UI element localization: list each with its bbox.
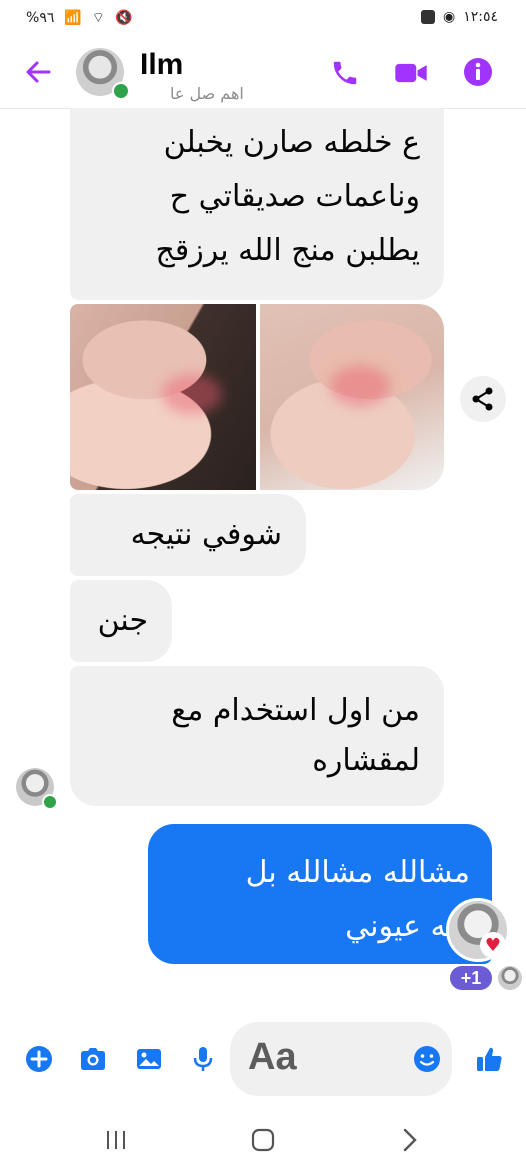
wifi-icon: ⌔ (91, 10, 105, 26)
message-text: شوفي نتيجه (130, 517, 282, 552)
plus-icon[interactable] (24, 1044, 54, 1074)
signal-icon: 📶 (64, 10, 82, 26)
outgoing-message[interactable]: مشالله مشالله بل فيه عيوني (148, 824, 492, 964)
thumbs-up-icon[interactable] (474, 1044, 504, 1074)
camera-icon[interactable] (78, 1044, 108, 1074)
message-text: جنن (97, 603, 148, 638)
incoming-message[interactable]: جنن (70, 580, 172, 662)
heart-reaction-icon[interactable]: ♥ (480, 932, 506, 958)
phone-call-icon[interactable] (330, 58, 360, 88)
header-subtitle: اهم صل عا (170, 84, 244, 103)
home-icon[interactable] (250, 1127, 276, 1153)
recent-apps-icon[interactable] (104, 1128, 128, 1152)
message-line: لمقشاره (312, 743, 420, 778)
gallery-notification-icon (420, 10, 435, 24)
chat-header: Ilm اهم صل عا (0, 36, 526, 109)
online-indicator (42, 794, 58, 810)
microphone-icon[interactable] (188, 1044, 218, 1074)
message-line: يطلبن منج الله يرزقج (155, 233, 420, 268)
clock: ١٢:٥٤ (463, 9, 498, 25)
message-line: فيه عيوني (345, 909, 470, 944)
battery-level: %٩٦ (26, 10, 55, 26)
contact-name[interactable]: Ilm (140, 48, 183, 82)
foot-photo-2[interactable] (260, 304, 444, 490)
gallery-icon[interactable] (134, 1044, 164, 1074)
message-line: من اول استخدام مع (171, 693, 420, 728)
reaction-count-badge[interactable]: +1 (450, 966, 492, 990)
incoming-message[interactable]: من اول استخدام مع لمقشاره (70, 666, 444, 806)
status-left: %٩٦ 📶 ⌔ 🔇 (26, 9, 132, 27)
incoming-message[interactable]: شوفي نتيجه (70, 494, 306, 576)
message-line: ع خلطه صارن يخبلن (163, 125, 420, 160)
emoji-icon[interactable] (412, 1044, 442, 1074)
mute-icon: 🔇 (114, 10, 133, 26)
photo-detail (330, 366, 390, 406)
online-indicator (112, 82, 130, 100)
info-icon[interactable] (462, 56, 494, 88)
system-navigation-bar (0, 1108, 526, 1173)
message-composer: Aa (0, 1018, 526, 1102)
status-bar: %٩٦ 📶 ⌔ 🔇 ◉ ١٢:٥٤ (0, 0, 526, 36)
video-call-icon[interactable] (394, 58, 428, 88)
message-input-placeholder: Aa (248, 1036, 297, 1078)
back-chevron-icon[interactable] (398, 1127, 422, 1153)
seen-by-avatar (498, 966, 522, 990)
messenger-notification-icon: ◉ (442, 9, 456, 25)
foot-photo-1[interactable] (70, 304, 256, 490)
back-arrow-icon[interactable] (24, 58, 52, 86)
share-icon[interactable] (460, 376, 506, 422)
message-line: مشالله مشالله بل (245, 855, 470, 890)
status-right: ◉ ١٢:٥٤ (420, 9, 498, 25)
message-line: وناعمات صديقاتي ح (169, 179, 420, 214)
photo-detail (162, 374, 222, 414)
incoming-message[interactable]: ع خلطه صارن يخبلن وناعمات صديقاتي ح يطلب… (70, 108, 444, 300)
